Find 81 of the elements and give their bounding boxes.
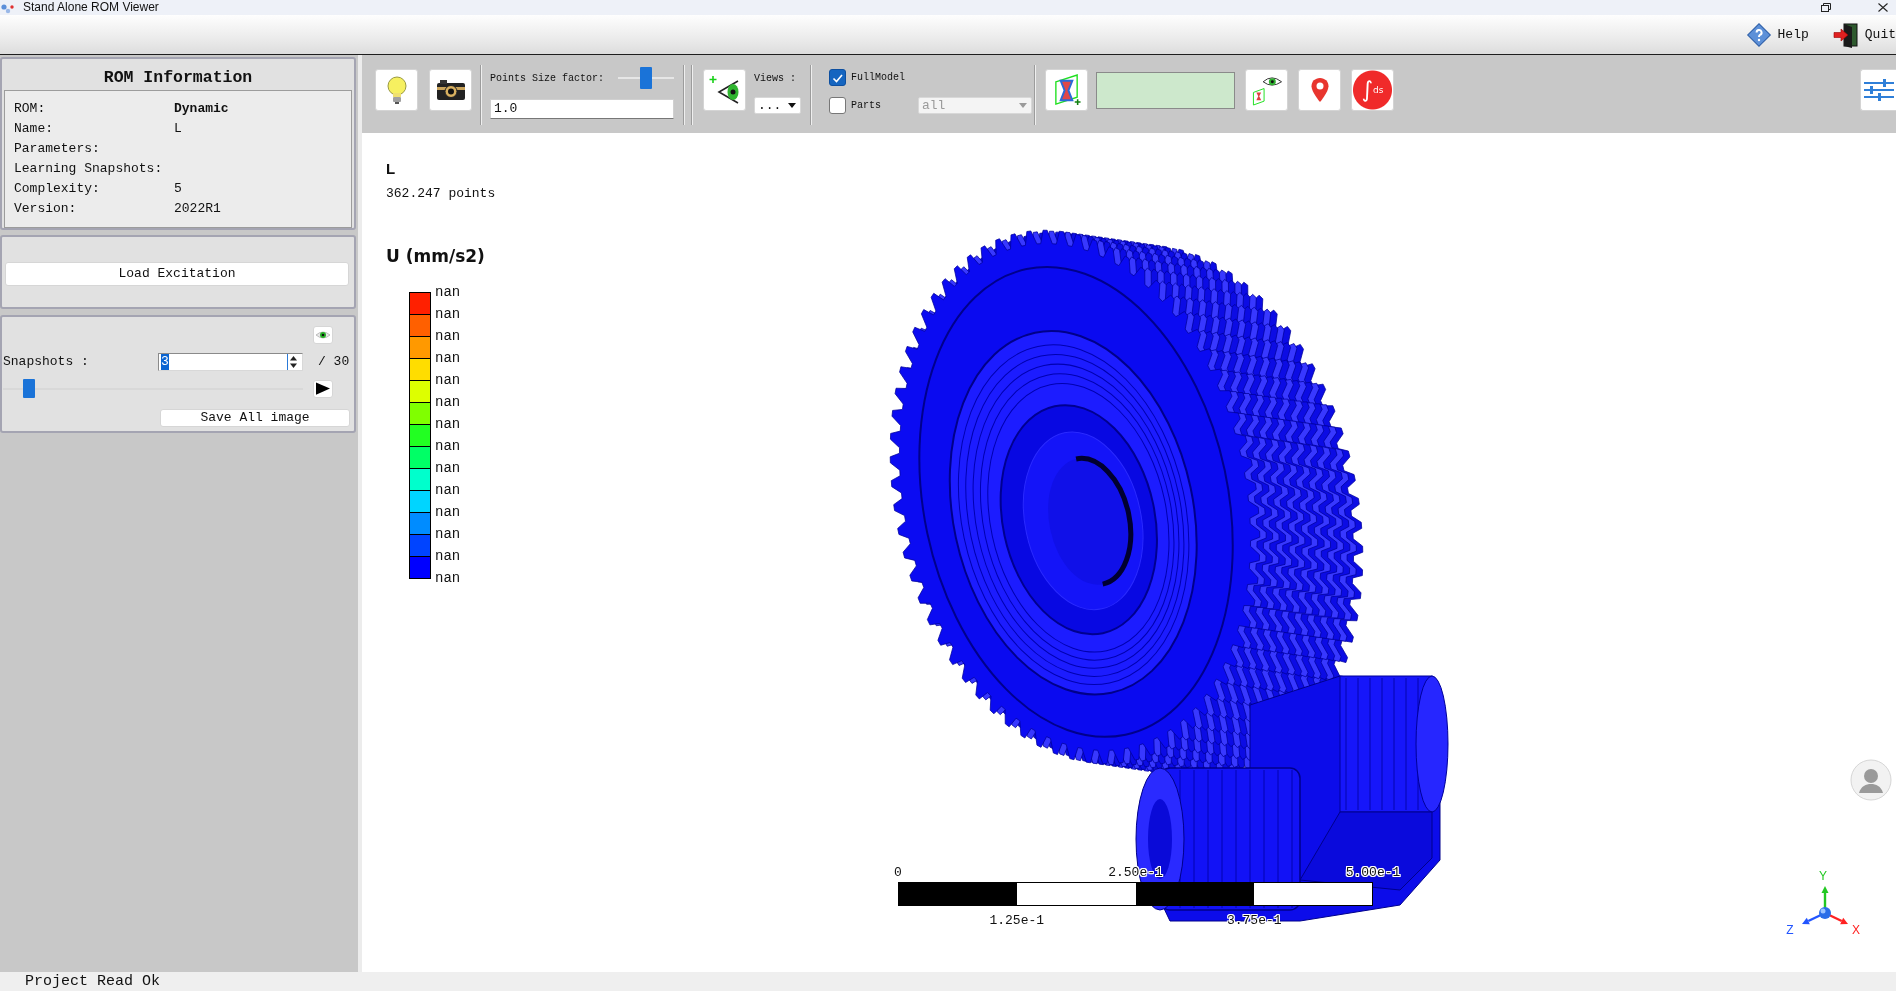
caret-icon (1019, 103, 1027, 108)
snapshot-button[interactable] (429, 69, 472, 111)
legend-label: nan (435, 415, 461, 434)
play-button[interactable] (313, 379, 333, 398)
checkmark-icon (832, 72, 843, 83)
slider-thumb[interactable] (23, 379, 36, 398)
model-name: L (386, 160, 396, 178)
legend-label: nan (435, 503, 461, 522)
legend-label: nan (435, 547, 461, 566)
caret-icon (788, 103, 796, 108)
views-label: Views : (754, 71, 797, 86)
info-label: Learning Snapshots: (14, 160, 163, 178)
legend-label: nan (435, 525, 461, 544)
legend-label: nan (435, 327, 461, 346)
legend-label: nan (435, 349, 461, 368)
info-label: ROM: (14, 100, 46, 118)
eye-model-icon (1250, 74, 1283, 106)
eye-model-button[interactable] (1245, 69, 1288, 111)
exit-door-icon (1832, 21, 1859, 48)
quit-button[interactable]: Quit (1832, 21, 1896, 48)
legend-label: nan (435, 305, 461, 324)
scale-bar-label: 0 (894, 864, 902, 882)
panel-title: ROM Information (102, 67, 254, 89)
legend-label: nan (435, 481, 461, 500)
eye-view-button[interactable] (703, 69, 746, 111)
legend-title: U (mm/s2) (386, 245, 485, 267)
info-label: Complexity: (14, 180, 100, 198)
point-count: 362.247 points (386, 185, 496, 203)
checkbox-label: FullModel (851, 72, 905, 83)
legend-label: nan (435, 437, 461, 456)
marker-button[interactable] (1298, 69, 1341, 111)
help-button[interactable]: Help (1745, 21, 1809, 48)
snapshot-total: / 30 (318, 353, 350, 371)
legend-label: nan (435, 459, 461, 478)
sliders-icon (1863, 79, 1894, 101)
spin-arrows-icon[interactable] (287, 354, 299, 370)
lightbulb-icon (384, 75, 409, 105)
scale-bar-label: 1.25e-1 (989, 912, 1045, 930)
point-size-field[interactable]: 1.0 (490, 99, 674, 119)
status-text: Project Read Ok (25, 973, 161, 990)
point-size-label: Points Size factor: (490, 72, 605, 84)
checkbox[interactable] (829, 97, 846, 114)
legend-label: nan (435, 569, 461, 588)
info-label: Version: (14, 200, 77, 218)
info-value: 5 (174, 180, 182, 198)
play-icon (316, 382, 330, 395)
axis-label: Z (1786, 923, 1794, 937)
map-pin-icon (1309, 77, 1330, 103)
eye-plus-icon (708, 75, 741, 105)
app-icon (0, 1, 14, 14)
checkbox[interactable] (829, 69, 846, 86)
info-value: 2022R1 (174, 200, 221, 218)
model-section-button[interactable] (1045, 69, 1088, 111)
legend-label: nan (435, 371, 461, 390)
legend-label: nan (435, 283, 461, 302)
axis-label: X (1852, 923, 1860, 937)
origin-sphere-icon (1819, 907, 1831, 919)
legend-label: nan (435, 393, 461, 412)
input-field[interactable] (1096, 72, 1235, 109)
views-dropdown[interactable]: ... (754, 97, 801, 114)
light-button[interactable] (375, 69, 418, 111)
snapshots-label: Snapshots : (3, 353, 90, 371)
info-label: Name: (14, 120, 53, 138)
save-all-image-button[interactable]: Save All image (160, 409, 350, 427)
snapshot-spin-field[interactable]: 3 (158, 353, 303, 371)
sliders-button[interactable] (1860, 69, 1896, 111)
info-label: Parameters: (14, 140, 100, 158)
avatar-icon[interactable] (1850, 759, 1892, 801)
info-value: Dynamic (174, 100, 229, 118)
close-icon[interactable] (1878, 3, 1888, 12)
visibility-button[interactable] (313, 326, 333, 344)
window-title: Stand Alone ROM Viewer (23, 0, 159, 15)
load-excitation-button[interactable]: Load Excitation (5, 262, 349, 286)
axis-label: Y (1819, 869, 1827, 883)
checkbox-label: Parts (851, 100, 881, 111)
scale-bar-label: 5.00e-1 (1345, 864, 1401, 882)
restore-icon[interactable] (1821, 3, 1831, 12)
camera-icon (435, 79, 466, 101)
eye-icon (315, 330, 331, 340)
info-value: L (174, 120, 182, 138)
slider-thumb[interactable] (640, 67, 652, 89)
